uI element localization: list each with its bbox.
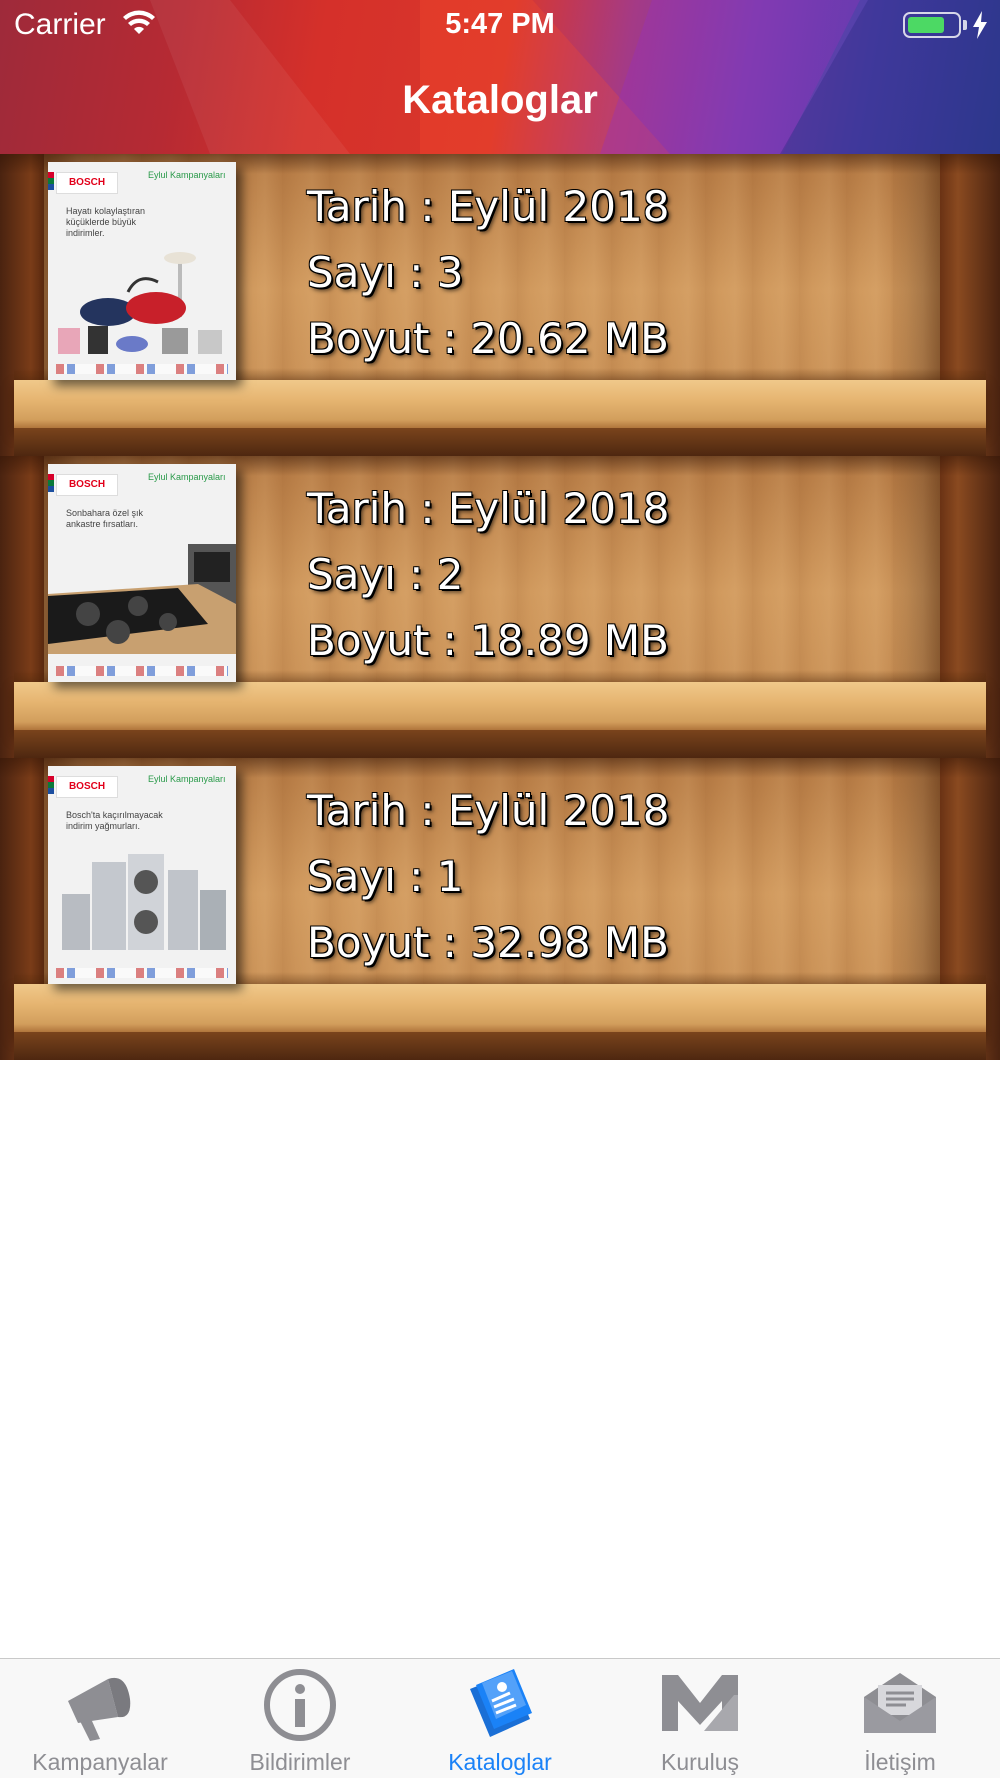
brand-stripe: [48, 474, 54, 492]
catalog-issue: Sayı : 3: [307, 248, 464, 297]
tab-bar: Kampanyalar Bildirimler Kataloglar Kurul…: [0, 1658, 1000, 1778]
tab-label: Bildirimler: [249, 1749, 351, 1775]
catalog-shelf-list: BOSCH Eylul Kampanyaları Hayatı kolaylaş…: [0, 154, 1000, 1060]
catalog-info: Tarih : Eylül 2018 Sayı : 1 Boyut : 32.9…: [307, 782, 669, 980]
tab-label: Kataloglar: [448, 1749, 552, 1775]
catalog-cover[interactable]: BOSCH Eylul Kampanyaları Sonbahara özel …: [48, 464, 236, 682]
cover-brand-logo: BOSCH: [56, 776, 118, 798]
brand-stripe: [48, 172, 54, 190]
tab-label: Kampanyalar: [32, 1749, 168, 1775]
shelf-board-edge: [14, 1032, 986, 1060]
shelf-board: [14, 380, 986, 430]
company-logo-icon: [662, 1675, 738, 1731]
catalog-issue: Sayı : 1: [307, 852, 464, 901]
status-bar: Carrier 5:47 PM: [0, 0, 1000, 50]
catalog-issue: Sayı : 2: [307, 550, 464, 599]
catalog-size: Boyut : 18.89 MB: [307, 616, 669, 665]
cover-campaign-label: Eylul Kampanyaları: [148, 472, 226, 482]
cover-brand-logo: BOSCH: [56, 172, 118, 194]
catalog-size: Boyut : 32.98 MB: [307, 918, 669, 967]
status-time: 5:47 PM: [445, 8, 555, 40]
catalog-date: Tarih : Eylül 2018: [307, 182, 670, 231]
tab-iletisim[interactable]: İletişim: [800, 1659, 1000, 1778]
shelf-board-edge: [14, 428, 986, 456]
cover-tagline: Hayatı kolaylaştıran küçüklerde büyük in…: [66, 206, 146, 238]
tab-kampanyalar[interactable]: Kampanyalar: [0, 1659, 200, 1778]
envelope-icon: [864, 1673, 936, 1733]
shelf-board-edge: [14, 730, 986, 758]
cooktop-illustration: [48, 544, 236, 654]
tab-kurulus[interactable]: Kuruluş: [600, 1659, 800, 1778]
vacuum-cleaner-illustration: [80, 252, 196, 326]
tab-kataloglar[interactable]: Kataloglar: [400, 1659, 600, 1778]
cover-footer: [56, 968, 228, 978]
cover-tagline: Bosch'ta kaçırılmayacak indirim yağmurla…: [66, 810, 163, 831]
battery-level-fill: [908, 17, 944, 33]
catalog-icon: [470, 1669, 532, 1737]
catalog-date: Tarih : Eylül 2018: [307, 786, 670, 835]
navigation-header: Carrier 5:47 PM Kataloglar: [0, 0, 1000, 154]
catalog-size: Boyut : 20.62 MB: [307, 314, 669, 363]
catalog-cover[interactable]: BOSCH Eylul Kampanyaları Bosch'ta kaçırı…: [48, 766, 236, 984]
megaphone-icon: [68, 1677, 131, 1741]
appliances-illustration: [58, 326, 222, 354]
catalog-shelf-item[interactable]: BOSCH Eylul Kampanyaları Hayatı kolaylaş…: [0, 154, 1000, 456]
cover-campaign-label: Eylul Kampanyaları: [148, 774, 226, 784]
catalog-date: Tarih : Eylül 2018: [307, 484, 670, 533]
catalog-shelf-item[interactable]: BOSCH Eylul Kampanyaları Bosch'ta kaçırı…: [0, 758, 1000, 1060]
battery-icon: [903, 12, 961, 38]
cover-footer: [56, 364, 228, 374]
cover-tagline: Sonbahara özel şık ankastre fırsatları.: [66, 508, 144, 529]
catalog-shelf-item[interactable]: BOSCH Eylul Kampanyaları Sonbahara özel …: [0, 456, 1000, 758]
cover-brand-logo: BOSCH: [56, 474, 118, 496]
cover-footer: [56, 666, 228, 676]
catalog-info: Tarih : Eylül 2018 Sayı : 2 Boyut : 18.8…: [307, 480, 669, 678]
charging-bolt-icon: [973, 11, 987, 39]
brand-stripe: [48, 776, 54, 794]
info-icon: [264, 1669, 336, 1741]
cover-campaign-label: Eylul Kampanyaları: [148, 170, 226, 180]
catalog-cover[interactable]: BOSCH Eylul Kampanyaları Hayatı kolaylaş…: [48, 162, 236, 380]
catalog-info: Tarih : Eylül 2018 Sayı : 3 Boyut : 20.6…: [307, 178, 669, 376]
white-goods-illustration: [62, 854, 226, 950]
tab-label: Kuruluş: [661, 1749, 739, 1775]
tab-bildirimler[interactable]: Bildirimler: [200, 1659, 400, 1778]
battery-cap: [963, 20, 967, 30]
tab-label: İletişim: [864, 1749, 936, 1775]
shelf-board: [14, 984, 986, 1034]
page-title: Kataloglar: [402, 78, 598, 122]
shelf-board: [14, 682, 986, 732]
